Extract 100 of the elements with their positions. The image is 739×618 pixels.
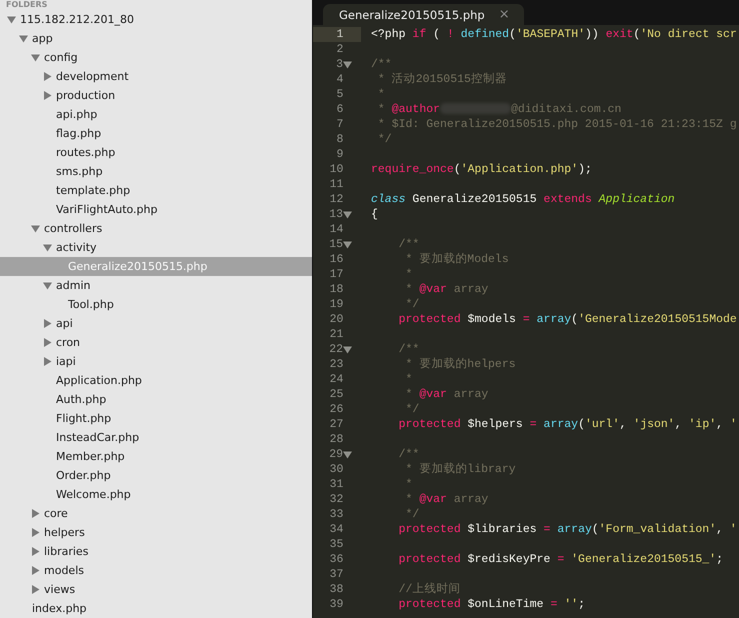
file-row[interactable]: flag.php: [0, 124, 312, 143]
line-number: 5: [336, 87, 344, 102]
line-number: 14: [328, 222, 344, 237]
fold-arrow-icon[interactable]: [343, 450, 352, 459]
code-line: //上线时间: [398, 582, 460, 597]
code-line: * 要加载的library: [404, 462, 516, 477]
code-line: */: [404, 402, 420, 417]
file-row[interactable]: VariFlightAuto.php: [0, 200, 312, 219]
code-line: /**: [370, 57, 392, 72]
line-number: 15: [328, 237, 343, 252]
line-number: 23: [328, 357, 344, 372]
code-line: <?php if ( ! defined('BASEPATH')) exit('No direct scr: [370, 27, 737, 42]
file-tab[interactable]: Generalize20150515.php ×: [323, 4, 524, 25]
folder-row[interactable]: cron: [0, 333, 312, 352]
line-number: 16: [328, 252, 344, 267]
close-icon[interactable]: ×: [498, 7, 510, 22]
code-line: * 活动20150515控制器: [376, 72, 507, 87]
expanded-arrow-icon[interactable]: [7, 15, 16, 24]
tab-title: Generalize20150515.php: [339, 8, 485, 22]
file-row[interactable]: Order.php: [0, 466, 312, 485]
sidebar-header: FOLDERS: [5, 0, 48, 10]
expanded-arrow-icon[interactable]: [31, 53, 40, 62]
code-line: *: [404, 267, 412, 282]
folder-row[interactable]: app: [0, 29, 312, 48]
line-number: 12: [328, 192, 344, 207]
file-row[interactable]: index.php: [0, 599, 312, 618]
code-line: *: [376, 87, 385, 102]
code-line: protected $libraries = array('Form_validation', ': [398, 522, 737, 537]
file-row[interactable]: Tool.php: [0, 295, 312, 314]
collapsed-arrow-icon[interactable]: [31, 528, 40, 537]
file-row[interactable]: api.php: [0, 105, 312, 124]
line-number: 20: [328, 312, 344, 327]
line-number: 4: [336, 72, 344, 87]
file-row[interactable]: Auth.php: [0, 390, 312, 409]
code-line: */: [376, 132, 392, 147]
code-line: /**: [398, 237, 420, 252]
folder-row[interactable]: activity: [0, 238, 312, 257]
fold-arrow-icon[interactable]: [343, 210, 352, 219]
code-line: *: [404, 372, 412, 387]
line-number: 22: [328, 342, 343, 357]
line-number: 30: [328, 462, 344, 477]
code-line: * 要加载的helpers: [404, 357, 516, 372]
line-number: 33: [328, 507, 344, 522]
folder-row[interactable]: views: [0, 580, 312, 599]
file-row[interactable]: InsteadCar.php: [0, 428, 312, 447]
file-row[interactable]: sms.php: [0, 162, 312, 181]
line-number: 35: [328, 537, 344, 552]
line-number: 6: [336, 102, 344, 117]
folder-row[interactable]: controllers: [0, 219, 312, 238]
file-row[interactable]: template.php: [0, 181, 312, 200]
folder-row[interactable]: libraries: [0, 542, 312, 561]
collapsed-arrow-icon[interactable]: [43, 319, 52, 328]
folder-row[interactable]: api: [0, 314, 312, 333]
folder-row[interactable]: 115.182.212.201_80: [0, 10, 312, 29]
collapsed-arrow-icon[interactable]: [31, 547, 40, 556]
collapsed-arrow-icon[interactable]: [31, 585, 40, 594]
code-line: * @author @diditaxi.com.cn: [376, 102, 622, 117]
line-number: 1: [336, 27, 344, 42]
expanded-arrow-icon[interactable]: [43, 243, 52, 252]
line-number: 36: [328, 552, 344, 567]
code-line: */: [404, 297, 420, 312]
file-row[interactable]: Flight.php: [0, 409, 312, 428]
line-number: 17: [328, 267, 344, 282]
folder-row[interactable]: production: [0, 86, 312, 105]
file-row[interactable]: routes.php: [0, 143, 312, 162]
collapsed-arrow-icon[interactable]: [43, 338, 52, 347]
code-line: /**: [398, 342, 420, 357]
expanded-arrow-icon[interactable]: [19, 34, 28, 43]
line-number: 37: [328, 567, 344, 582]
expanded-arrow-icon[interactable]: [31, 224, 40, 233]
code-line: * @var array: [404, 282, 488, 297]
collapsed-arrow-icon[interactable]: [31, 566, 40, 575]
code-line: {: [370, 207, 378, 222]
collapsed-arrow-icon[interactable]: [43, 91, 52, 100]
fold-arrow-icon[interactable]: [343, 240, 352, 249]
file-row[interactable]: Welcome.php: [0, 485, 312, 504]
line-number: 11: [328, 177, 344, 192]
fold-arrow-icon[interactable]: [343, 345, 352, 354]
expanded-arrow-icon[interactable]: [43, 281, 52, 290]
code-line: protected $models = array('Generalize20150515Mode: [398, 312, 737, 327]
folder-row[interactable]: models: [0, 561, 312, 580]
file-row[interactable]: Member.php: [0, 447, 312, 466]
folder-row[interactable]: admin: [0, 276, 312, 295]
fold-arrow-icon[interactable]: [343, 60, 352, 69]
line-number: 25: [328, 387, 344, 402]
code-line: */: [404, 507, 420, 522]
line-number: 27: [328, 417, 344, 432]
folder-row[interactable]: iapi: [0, 352, 312, 371]
folder-row[interactable]: helpers: [0, 523, 312, 542]
folder-row[interactable]: core: [0, 504, 312, 523]
collapsed-arrow-icon[interactable]: [43, 72, 52, 81]
file-row[interactable]: Application.php: [0, 371, 312, 390]
collapsed-arrow-icon[interactable]: [31, 509, 40, 518]
line-number: 21: [328, 327, 344, 342]
code-line: protected $redisKeyPre = 'Generalize20150515_';: [398, 552, 723, 567]
collapsed-arrow-icon[interactable]: [43, 357, 52, 366]
line-number: 38: [328, 582, 344, 597]
folder-row[interactable]: development: [0, 67, 312, 86]
folder-row[interactable]: config: [0, 48, 312, 67]
line-number: 9: [336, 147, 344, 162]
